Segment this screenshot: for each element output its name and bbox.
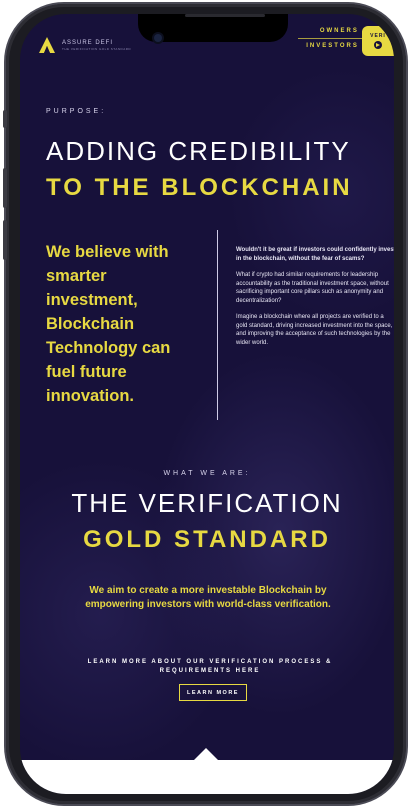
- logo-text: ASSURE DEFI: [62, 39, 114, 46]
- column-divider: [217, 230, 218, 420]
- verify-button-label: VERI: [370, 33, 386, 39]
- purpose-lead-question: Wouldn't it be great if investors could …: [236, 247, 394, 262]
- what-we-are-eyebrow: WHAT WE ARE:: [163, 470, 251, 477]
- logo-tagline: THE VERIFICATION GOLD STANDARD: [62, 46, 132, 51]
- speaker-grille: [185, 14, 265, 17]
- purpose-paragraph-2: Imagine a blockchain where all projects …: [236, 314, 393, 346]
- learn-more-process-link[interactable]: LEARN MORE ABOUT OUR VERIFICATION PROCES…: [50, 658, 370, 676]
- top-nav: OWNERS + INVESTORS +: [298, 24, 368, 53]
- learn-more-button[interactable]: LEARN MORE: [179, 684, 247, 701]
- nav-divider: [298, 38, 368, 39]
- nav-owners-link[interactable]: OWNERS +: [298, 24, 368, 38]
- verification-heading-bold: GOLD STANDARD: [83, 526, 331, 553]
- front-camera: [154, 34, 162, 42]
- belief-statement: We believe with smarter investment, Bloc…: [46, 243, 171, 405]
- site-logo[interactable]: ASSURE DEFI THE VERIFICATION GOLD STANDA…: [38, 36, 131, 54]
- verify-button[interactable]: VERI: [362, 26, 394, 56]
- aim-statement: We aim to create a more investable Block…: [85, 585, 331, 610]
- purpose-description: Wouldn't it be great if investors could …: [236, 246, 394, 355]
- purpose-heading-bold: TO THE BLOCKCHAIN: [46, 174, 353, 201]
- side-button-volume-down: [3, 220, 7, 260]
- verification-heading-light: THE VERIFICATION: [71, 488, 343, 518]
- logo-mark-icon: [39, 37, 55, 53]
- side-button-silent: [3, 110, 7, 128]
- purpose-paragraph-1: What if crypto had similar requirements …: [236, 272, 389, 304]
- purpose-heading-light: ADDING CREDIBILITY: [46, 136, 351, 166]
- next-section-white: [20, 760, 394, 794]
- phone-screen: ASSURE DEFI THE VERIFICATION GOLD STANDA…: [20, 14, 394, 794]
- nav-investors-link[interactable]: INVESTORS +: [298, 39, 368, 53]
- purpose-eyebrow: PURPOSE:: [46, 108, 107, 115]
- side-button-volume-up: [3, 168, 7, 208]
- logo-wordmark: ASSURE DEFI THE VERIFICATION GOLD STANDA…: [62, 40, 131, 51]
- arrow-right-icon: [374, 41, 382, 49]
